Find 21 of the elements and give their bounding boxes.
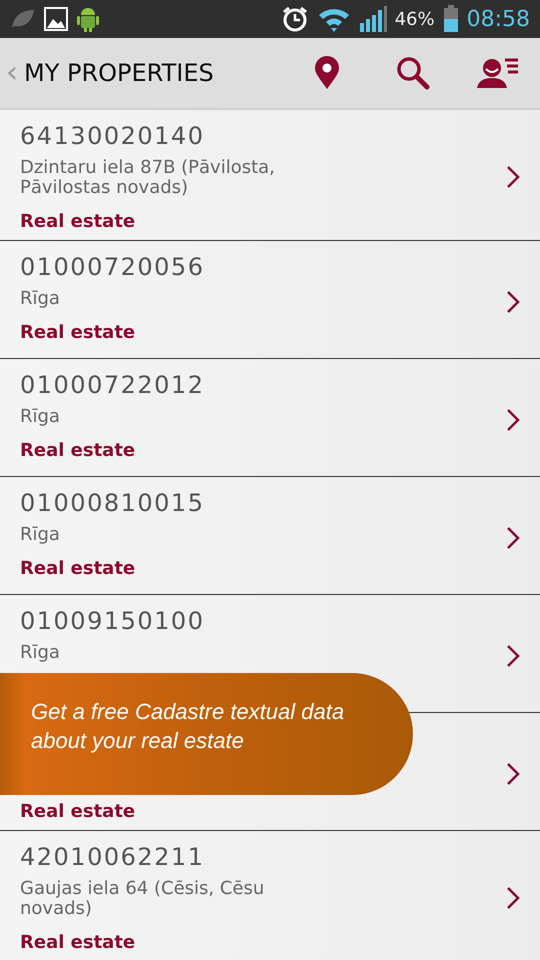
property-type: Real estate [20,210,136,234]
property-address: Gaujas iela 64 (Cēsis, Cēsu novads) [20,879,266,919]
property-address: Dzintaru iela 87B (Pāvilosta, Pāvilostas novads) [20,158,276,198]
cadastre-number: 01009150100 [20,606,206,637]
property-address: Rīga [20,525,61,545]
cadastre-number: 01000722012 [20,370,206,401]
property-type: Real estate [20,557,136,581]
property-address: Rīga [20,289,61,309]
property-type: Real estate [20,321,136,345]
property-address: Rīga [20,643,61,663]
cadastre-number: 01000720056 [20,252,206,283]
property-address: Rīga [20,407,61,427]
battery-percent: 46% [394,8,435,30]
page-title: MY PROPERTIES [24,59,214,87]
clock-time: 08:58 [466,6,530,32]
property-type: Real estate [20,931,136,955]
cadastre-number: 42010062211 [20,842,206,873]
property-type: Real estate [20,800,136,824]
property-type: Real estate [20,439,136,463]
cadastre-number: 64130020140 [20,121,206,152]
cadastre-number: 01000810015 [20,488,206,519]
